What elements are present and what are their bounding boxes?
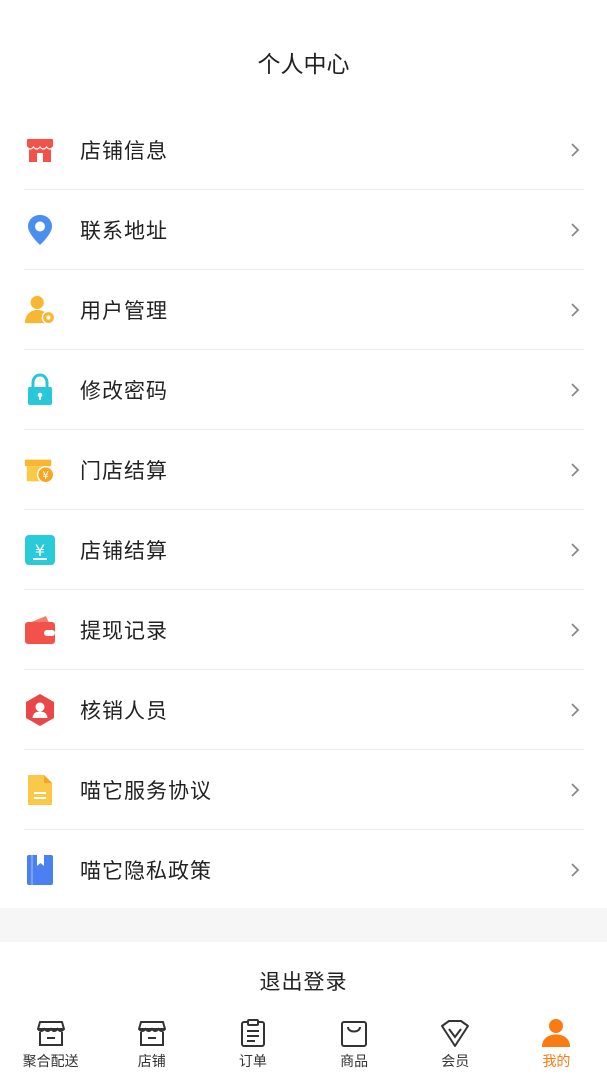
store-icon: [24, 132, 56, 168]
svg-text:¥: ¥: [35, 541, 45, 560]
menu-item-verification-staff[interactable]: 核销人员: [24, 670, 584, 750]
menu-item-label: 提现记录: [80, 618, 168, 643]
shopping-bag-icon: [341, 1021, 368, 1047]
hexagon-user-icon: [24, 692, 56, 728]
page-header: 个人中心: [0, 0, 607, 120]
tab-label: 会员: [441, 1054, 470, 1070]
section-divider: [0, 908, 607, 942]
location-pin-icon: [24, 212, 56, 248]
menu-item-label: 联系地址: [80, 218, 168, 243]
lock-icon: [24, 372, 56, 408]
store-outline-icon: [36, 1021, 65, 1046]
menu-item-contact-address[interactable]: 联系地址: [24, 190, 584, 270]
person-icon: [542, 1019, 571, 1047]
chevron-right-icon: [571, 222, 580, 237]
tab-label: 商品: [340, 1054, 369, 1070]
settings-menu: 店铺信息 联系地址 用户管理 修改密码 ¥ 门店结算 ¥ 店铺结算 提现记录 核…: [24, 110, 584, 909]
wallet-icon: [24, 612, 56, 648]
chevron-right-icon: [571, 382, 580, 397]
bookmark-book-icon: [24, 852, 56, 888]
svg-text:¥: ¥: [42, 469, 49, 481]
user-settings-icon: [24, 292, 56, 328]
vip-diamond-icon: [441, 1020, 470, 1047]
menu-item-store-settlement[interactable]: ¥ 门店结算: [24, 430, 584, 510]
menu-item-service-agreement[interactable]: 喵它服务协议: [24, 750, 584, 830]
chevron-right-icon: [571, 622, 580, 637]
chevron-right-icon: [571, 862, 580, 877]
chevron-right-icon: [571, 542, 580, 557]
tab-label: 店铺: [137, 1054, 166, 1070]
store-yuan-icon: ¥: [24, 452, 56, 488]
tab-label: 订单: [238, 1054, 267, 1070]
tab-products[interactable]: 商品: [304, 1012, 405, 1080]
menu-item-label: 店铺结算: [80, 538, 168, 563]
menu-item-label: 喵它服务协议: [80, 778, 212, 803]
yuan-document-icon: ¥: [24, 532, 56, 568]
tab-orders[interactable]: 订单: [202, 1012, 303, 1080]
clipboard-icon: [240, 1019, 265, 1047]
shop-outline-icon: [137, 1021, 166, 1046]
page-title: 个人中心: [257, 51, 350, 78]
logout-button[interactable]: 退出登录: [260, 966, 348, 996]
chevron-right-icon: [571, 462, 580, 477]
chevron-right-icon: [571, 142, 580, 157]
chevron-right-icon: [571, 302, 580, 317]
menu-item-store-info[interactable]: 店铺信息: [24, 110, 584, 190]
menu-item-withdrawal-records[interactable]: 提现记录: [24, 590, 584, 670]
menu-item-shop-settlement[interactable]: ¥ 店铺结算: [24, 510, 584, 590]
tab-members[interactable]: 会员: [405, 1012, 506, 1080]
document-icon: [24, 772, 56, 808]
menu-item-label: 核销人员: [80, 698, 168, 723]
chevron-right-icon: [571, 702, 580, 717]
menu-item-user-management[interactable]: 用户管理: [24, 270, 584, 350]
menu-item-label: 店铺信息: [80, 138, 168, 163]
menu-item-label: 门店结算: [80, 458, 168, 483]
menu-item-label: 用户管理: [80, 298, 168, 323]
tab-store[interactable]: 店铺: [101, 1012, 202, 1080]
menu-item-change-password[interactable]: 修改密码: [24, 350, 584, 430]
tab-delivery[interactable]: 聚合配送: [0, 1012, 101, 1080]
bottom-tab-bar: 聚合配送 店铺 订单 商品 会员 我的: [0, 1012, 607, 1080]
menu-item-privacy-policy[interactable]: 喵它隐私政策: [24, 830, 584, 909]
tab-label: 我的: [542, 1054, 571, 1070]
menu-item-label: 修改密码: [80, 378, 168, 403]
tab-mine[interactable]: 我的: [506, 1012, 607, 1080]
chevron-right-icon: [571, 782, 580, 797]
tab-label: 聚合配送: [22, 1054, 79, 1070]
menu-item-label: 喵它隐私政策: [80, 858, 212, 883]
logout-section: 退出登录: [0, 942, 607, 1020]
